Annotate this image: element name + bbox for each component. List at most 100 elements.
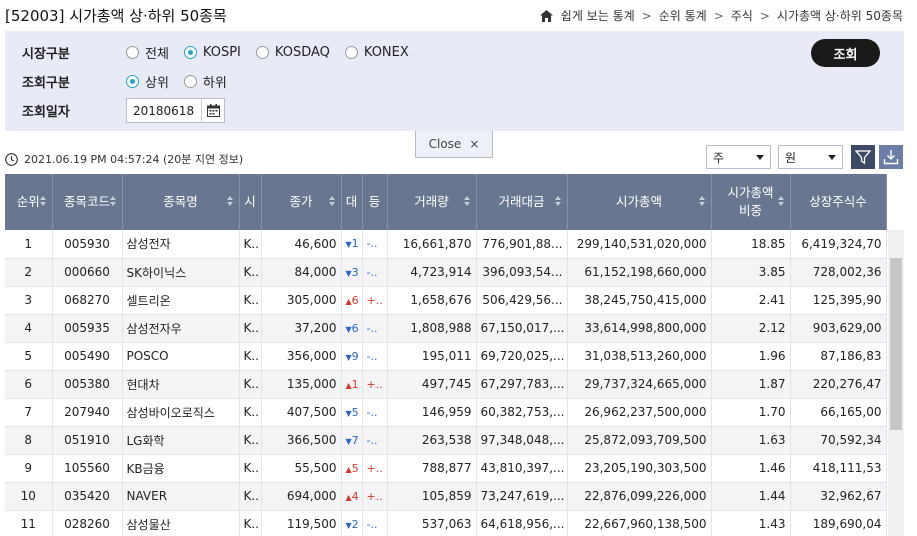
market-radio-all[interactable]: 전체: [126, 43, 169, 62]
column-header-volume[interactable]: 거래량: [387, 174, 477, 230]
column-header-rate[interactable]: 등: [362, 174, 388, 230]
name-cell[interactable]: 삼성전자우: [122, 314, 240, 343]
download-button[interactable]: [879, 145, 903, 169]
table-row[interactable]: 5 005490 POSCO K.. 356,000 ▼9 -.. 195,011 69,720…: [5, 342, 887, 371]
home-icon[interactable]: [539, 9, 553, 22]
amount-cell: 73,247,619,...: [476, 482, 568, 511]
table-row[interactable]: 1 005930 삼성전자 K.. 46,600 ▼1 -.. 16,661,870 776,9…: [5, 230, 887, 259]
sort-icon[interactable]: [463, 196, 471, 206]
name-cell[interactable]: POSCO: [122, 342, 240, 371]
column-header-name[interactable]: 종목명: [122, 174, 240, 230]
diff-value: 2: [351, 517, 359, 531]
name-cell[interactable]: 삼성물산: [122, 510, 240, 536]
filter-button[interactable]: [851, 145, 875, 169]
close-price-cell: 135,000: [261, 370, 342, 399]
breadcrumb-item-easy-stats[interactable]: 쉽게 보는 통계: [561, 7, 635, 24]
sort-icon[interactable]: [226, 196, 234, 206]
close-tab-label: Close: [428, 137, 462, 151]
table-row[interactable]: 11 028260 삼성물산 K.. 119,500 ▼2 -.. 537,063 64,618…: [5, 510, 887, 536]
radio-button-icon[interactable]: [344, 46, 358, 59]
radio-button-icon[interactable]: [126, 75, 139, 88]
close-filter-tab[interactable]: Close ×: [415, 131, 493, 158]
calendar-icon[interactable]: [201, 99, 224, 122]
date-input[interactable]: [127, 99, 201, 122]
sort-icon[interactable]: [39, 196, 47, 206]
column-header-diff[interactable]: 대: [341, 174, 363, 230]
table-row[interactable]: 10 035420 NAVER K.. 694,000 ▲4 +.. 105,859 73,24…: [5, 482, 887, 511]
date-picker[interactable]: [126, 98, 225, 123]
sort-icon[interactable]: [109, 196, 117, 206]
table-row[interactable]: 8 051910 LG화학 K.. 366,500 ▼7 -.. 263,538 97,348,…: [5, 426, 887, 455]
market-radio-konex[interactable]: KONEX: [344, 45, 409, 60]
radio-button-icon[interactable]: [255, 46, 269, 59]
sort-icon[interactable]: [554, 196, 562, 206]
market-cell: K..: [239, 454, 262, 483]
table-row[interactable]: 3 068270 셀트리온 K.. 305,000 ▲6 +.. 1,658,676 506,4…: [5, 286, 887, 315]
column-header-market[interactable]: 시: [239, 174, 262, 230]
table-row[interactable]: 2 000660 SK하이닉스 K.. 84,000 ▼3 -.. 4,723,914 396,…: [5, 258, 887, 287]
column-header-cap-ratio[interactable]: 시가총액 비중: [711, 174, 791, 230]
sort-icon[interactable]: [698, 196, 706, 206]
header-label: 대: [345, 194, 358, 209]
search-button[interactable]: 조회: [811, 39, 880, 67]
name-cell[interactable]: 삼성바이오로직스: [122, 398, 240, 427]
name-cell[interactable]: 현대차: [122, 370, 240, 399]
column-header-shares[interactable]: 상장주식수: [790, 174, 887, 230]
cap-ratio-cell: 1.87: [711, 370, 791, 399]
name-cell[interactable]: KB금융: [122, 454, 240, 483]
diff-cell: ▲4: [341, 482, 363, 511]
table-row[interactable]: 7 207940 삼성바이오로직스 K.. 407,500 ▼5 -.. 146,959 60,…: [5, 398, 887, 427]
market-radio-kosdaq[interactable]: KOSDAQ: [255, 45, 330, 60]
name-cell[interactable]: 삼성전자: [122, 230, 240, 259]
sort-icon[interactable]: [777, 196, 785, 206]
cap-ratio-cell: 2.41: [711, 286, 791, 315]
header-label: 거래량: [414, 194, 449, 209]
table-row[interactable]: 6 005380 현대차 K.. 135,000 ▲1 +.. 497,745 67,297,7…: [5, 370, 887, 399]
radio-button-icon[interactable]: [126, 46, 139, 59]
volume-cell: 16,661,870: [387, 230, 477, 259]
close-price-cell: 407,500: [261, 398, 342, 427]
market-cell: K..: [239, 370, 262, 399]
table-row[interactable]: 9 105560 KB금융 K.. 55,500 ▲5 +.. 788,877 43,810,3…: [5, 454, 887, 483]
breadcrumb-item-rank-stats[interactable]: 순위 통계: [659, 7, 707, 24]
column-header-amount[interactable]: 거래대금: [476, 174, 568, 230]
query-radio-bottom[interactable]: 하위: [183, 72, 227, 91]
shares-cell: 87,186,83: [790, 342, 887, 371]
table-scrollbar[interactable]: [888, 230, 904, 536]
market-cell: K..: [239, 286, 262, 315]
code-cell: 068270: [52, 286, 123, 315]
share-unit-select[interactable]: 주: [706, 145, 771, 169]
name-cell[interactable]: 셀트리온: [122, 286, 240, 315]
market-cell: K..: [239, 342, 262, 371]
column-header-rank[interactable]: 순위: [5, 174, 53, 230]
radio-button-icon[interactable]: [183, 75, 197, 88]
market-cap-cell: 25,872,093,709,500: [567, 426, 712, 455]
amount-cell: 60,382,753,...: [476, 398, 568, 427]
market-radio-kospi[interactable]: KOSPI: [183, 45, 241, 60]
breadcrumb-item-stocks[interactable]: 주식: [731, 7, 753, 24]
diff-cell: ▼9: [341, 342, 363, 371]
close-icon[interactable]: ×: [469, 137, 479, 151]
table-row[interactable]: 4 005935 삼성전자우 K.. 37,200 ▼6 -.. 1,808,988 67,15…: [5, 314, 887, 343]
market-cap-cell: 31,038,513,260,000: [567, 342, 712, 371]
cap-ratio-cell: 1.46: [711, 454, 791, 483]
market-cap-cell: 29,737,324,665,000: [567, 370, 712, 399]
rate-cell: -..: [362, 342, 388, 371]
header-label: 시가총액: [615, 194, 662, 209]
shares-cell: 125,395,90: [790, 286, 887, 315]
volume-cell: 263,538: [387, 426, 477, 455]
scrollbar-thumb[interactable]: [890, 258, 902, 430]
column-header-code[interactable]: 종목코드: [52, 174, 123, 230]
column-header-close[interactable]: 종가: [261, 174, 342, 230]
name-cell[interactable]: SK하이닉스: [122, 258, 240, 287]
name-cell[interactable]: LG화학: [122, 426, 240, 455]
currency-unit-select[interactable]: 원: [778, 145, 843, 169]
close-price-cell: 366,500: [261, 426, 342, 455]
header-label: 시: [244, 194, 256, 209]
name-cell[interactable]: NAVER: [122, 482, 240, 511]
radio-button-icon[interactable]: [183, 46, 197, 59]
sort-icon[interactable]: [328, 196, 336, 206]
column-header-market-cap[interactable]: 시가총액: [567, 174, 712, 230]
date-filter-row: 조회일자: [22, 98, 225, 123]
query-radio-top[interactable]: 상위: [126, 72, 169, 91]
